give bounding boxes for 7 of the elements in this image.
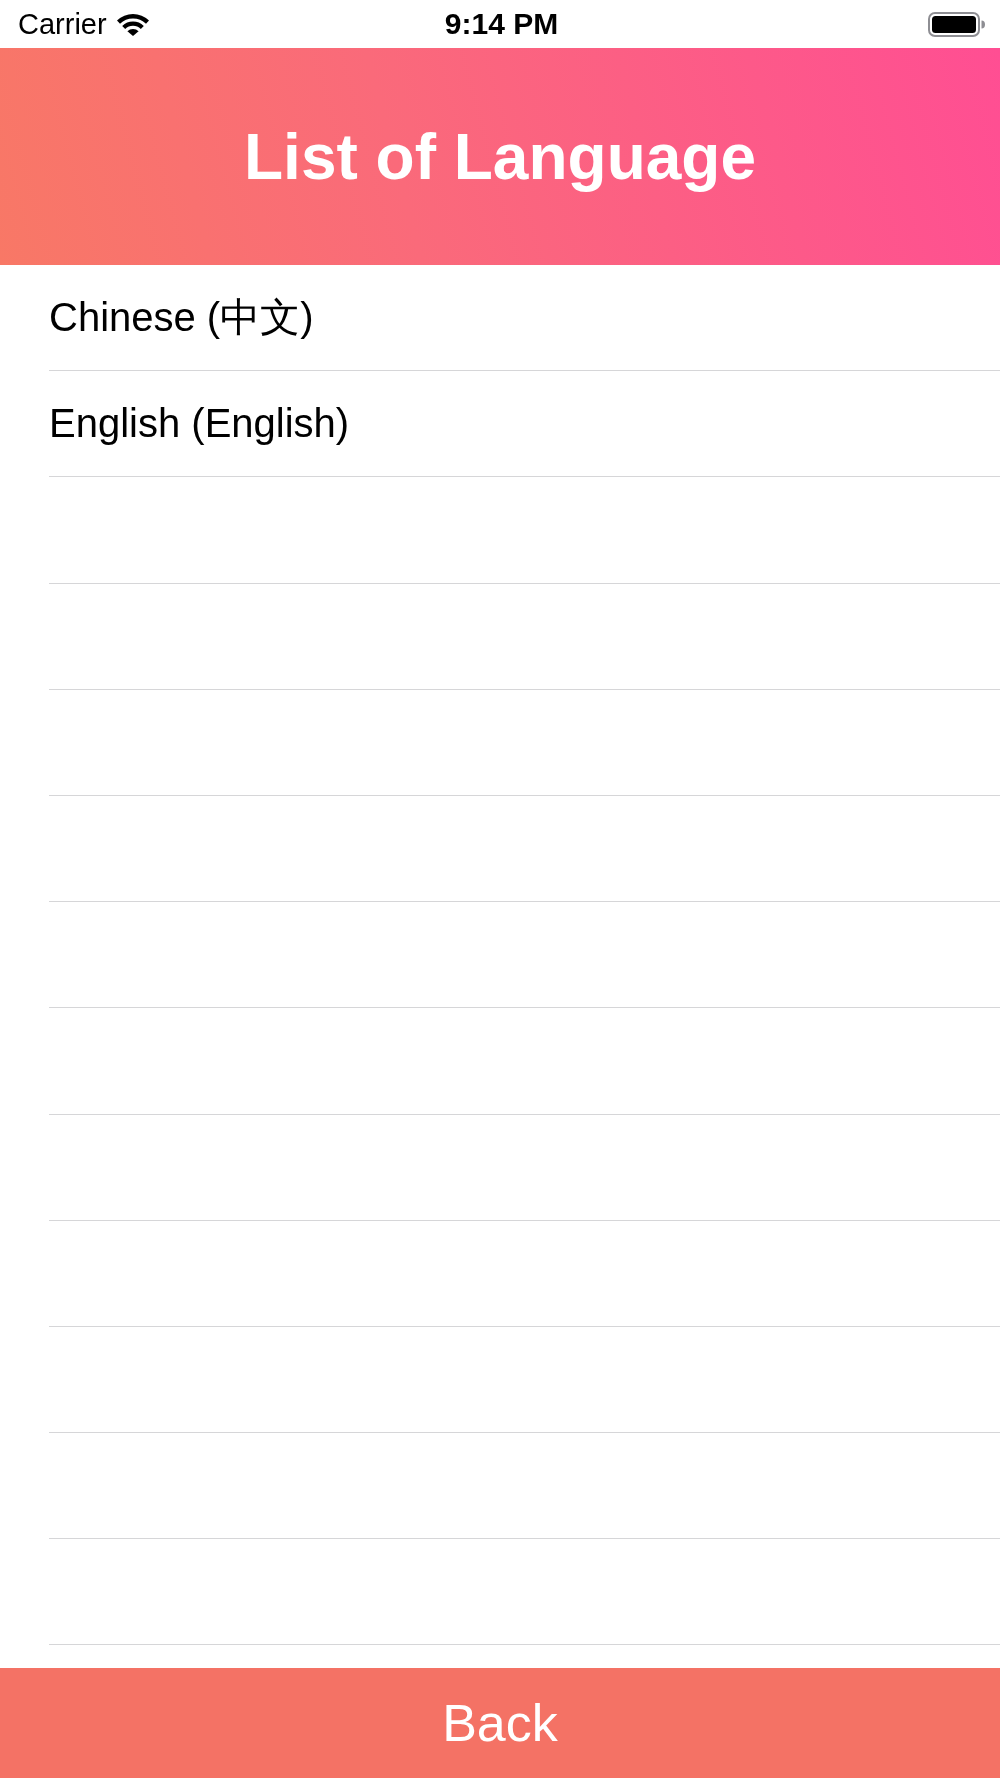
carrier-label: Carrier [18, 7, 107, 41]
wifi-icon [116, 12, 149, 36]
page-title: List of Language [244, 119, 756, 195]
language-row[interactable]: English (English) [49, 371, 1000, 478]
language-row[interactable]: Chinese (中文) [49, 265, 1000, 372]
battery-icon [928, 11, 985, 37]
status-time: 9:14 PM [444, 7, 559, 41]
